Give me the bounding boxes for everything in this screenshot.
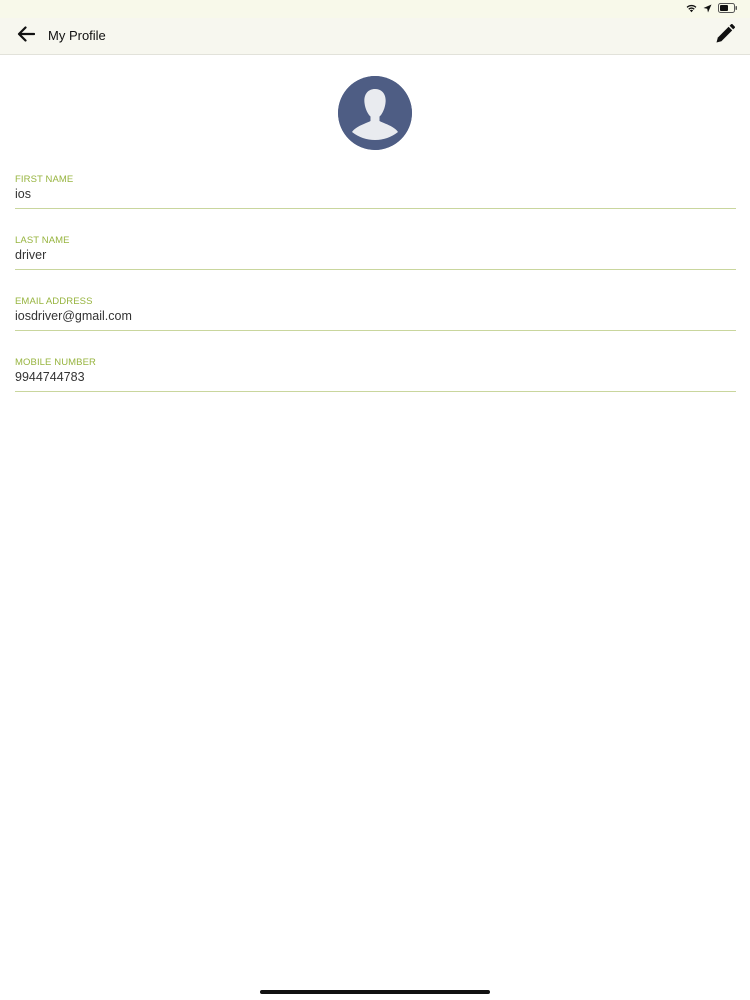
- mobile-number-value[interactable]: 9944744783: [15, 370, 715, 384]
- last-name-field[interactable]: LAST NAME driver: [15, 235, 736, 270]
- email-field[interactable]: EMAIL ADDRESS iosdriver@gmail.com: [15, 296, 736, 331]
- last-name-value[interactable]: driver: [15, 248, 715, 262]
- status-bar: [0, 0, 750, 18]
- app-header: My Profile: [0, 18, 750, 55]
- home-indicator[interactable]: [260, 990, 490, 994]
- email-value[interactable]: iosdriver@gmail.com: [15, 309, 715, 323]
- first-name-value[interactable]: ios: [15, 187, 715, 201]
- wifi-icon: [686, 0, 697, 18]
- status-icons: [686, 3, 738, 15]
- edit-profile-button[interactable]: [712, 23, 738, 49]
- page-title: My Profile: [48, 28, 106, 43]
- user-silhouette-icon: [338, 76, 412, 150]
- first-name-field[interactable]: FIRST NAME ios: [15, 174, 736, 209]
- avatar[interactable]: [338, 76, 412, 150]
- first-name-label: FIRST NAME: [15, 174, 74, 185]
- pencil-icon: [715, 23, 735, 49]
- mobile-number-label: MOBILE NUMBER: [15, 357, 97, 368]
- mobile-number-field[interactable]: MOBILE NUMBER 9944744783: [15, 357, 736, 392]
- last-name-label: LAST NAME: [15, 235, 70, 246]
- arrow-left-icon: [17, 25, 36, 47]
- location-icon: [703, 0, 712, 18]
- profile-screen: My Profile FIRST NAME ios LAST NAME driv…: [0, 0, 750, 1000]
- back-button[interactable]: [12, 22, 40, 50]
- battery-icon: [718, 0, 738, 18]
- email-label: EMAIL ADDRESS: [15, 296, 93, 307]
